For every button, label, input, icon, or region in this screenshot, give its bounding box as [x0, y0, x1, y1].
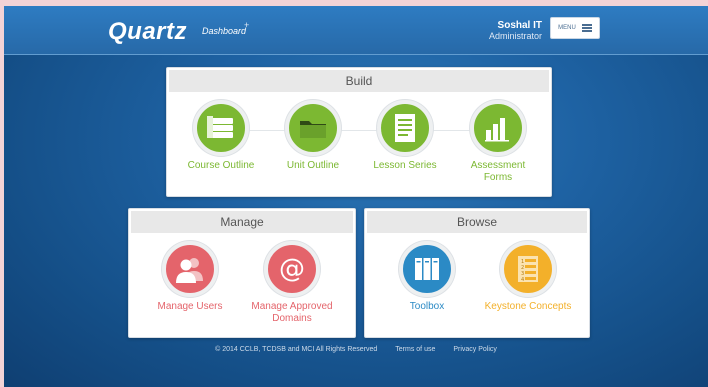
users-icon: [162, 241, 218, 297]
manage-domains-label: Manage Approved Domains: [251, 301, 333, 324]
manage-domains-tile[interactable]: @ Manage Approved Domains: [247, 241, 337, 325]
build-panel-title: Build: [169, 70, 549, 92]
document-list-icon: [377, 100, 433, 156]
browse-panel: Browse Toolbox 1 2 3 4 Keystone Concepts: [364, 208, 590, 338]
lesson-series-tile[interactable]: Lesson Series: [360, 100, 450, 172]
assessment-forms-tile[interactable]: Assessment Forms: [453, 100, 543, 184]
sparkle-icon: +: [244, 20, 250, 30]
terms-link[interactable]: Terms of use: [395, 346, 435, 353]
lesson-series-label: Lesson Series: [373, 160, 437, 171]
copyright-text: © 2014 CCLB, TCDSB and MCI All Rights Re…: [215, 346, 378, 353]
course-outline-label: Course Outline: [187, 160, 255, 171]
at-sign-icon: @: [264, 241, 320, 297]
unit-outline-tile[interactable]: Unit Outline: [268, 100, 358, 172]
top-bar: Quartz Dashboard + Soshal IT Administrat…: [4, 6, 708, 55]
numbered-list-icon: 1 2 3 4: [500, 241, 556, 297]
svg-text:@: @: [279, 254, 305, 284]
manage-panel: Manage Manage Users @ Manage Approved Dom…: [128, 208, 356, 338]
toolbox-tile[interactable]: Toolbox: [382, 241, 472, 313]
manage-users-label: Manage Users: [157, 301, 223, 312]
app-logo[interactable]: Quartz: [108, 18, 187, 46]
manage-panel-title: Manage: [131, 211, 353, 233]
stacked-folders-icon: [193, 100, 249, 156]
binders-icon: [399, 241, 455, 297]
toolbox-label: Toolbox: [409, 301, 445, 312]
privacy-link[interactable]: Privacy Policy: [453, 346, 497, 353]
menu-label: MENU: [558, 25, 576, 31]
menu-button[interactable]: MENU: [550, 17, 600, 39]
manage-users-tile[interactable]: Manage Users: [145, 241, 235, 313]
build-panel: Build Course Outline Unit Outline Lesson…: [166, 67, 552, 197]
svg-text:4: 4: [521, 277, 524, 283]
footer: © 2014 CCLB, TCDSB and MCI All Rights Re…: [4, 346, 708, 353]
bar-chart-icon: [470, 100, 526, 156]
browse-panel-title: Browse: [367, 211, 587, 233]
user-name: Soshal IT: [497, 20, 542, 31]
assessment-forms-label: Assessment Forms: [470, 160, 526, 183]
keystone-concepts-label: Keystone Concepts: [484, 301, 572, 312]
app-window: Quartz Dashboard + Soshal IT Administrat…: [4, 6, 708, 387]
user-role: Administrator: [488, 31, 542, 41]
keystone-concepts-tile[interactable]: 1 2 3 4 Keystone Concepts: [483, 241, 573, 313]
logo-subtitle: Dashboard: [202, 26, 247, 36]
unit-outline-label: Unit Outline: [286, 160, 340, 171]
course-outline-tile[interactable]: Course Outline: [176, 100, 266, 172]
folder-icon: [285, 100, 341, 156]
hamburger-icon: [581, 24, 592, 32]
